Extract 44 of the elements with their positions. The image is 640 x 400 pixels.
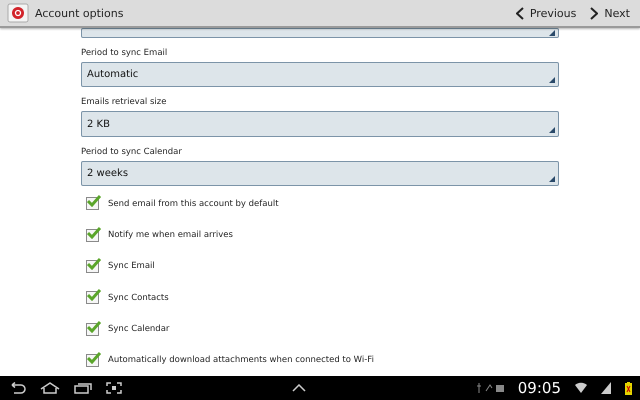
checkbox[interactable] <box>86 197 99 210</box>
chevron-left-icon <box>516 6 524 20</box>
chevron-up-icon[interactable] <box>292 384 306 392</box>
check-icon <box>87 352 101 364</box>
corner-icon <box>549 176 555 182</box>
check-icon <box>87 258 101 270</box>
recent-apps-icon[interactable] <box>74 382 92 394</box>
screenshot-icon[interactable] <box>106 382 122 394</box>
next-button[interactable]: Next <box>586 6 634 20</box>
field-label: Period to sync Calendar <box>81 146 183 157</box>
clock: 09:05 <box>518 379 561 397</box>
option-label: Sync Calendar <box>108 324 170 334</box>
option-label: Automatically download attachments when connected to Wi-Fi <box>108 355 374 366</box>
field-label: Period to sync Email <box>81 48 168 58</box>
dropdown[interactable]: Automatic <box>81 62 559 88</box>
corner-icon <box>549 30 555 36</box>
previous-button[interactable]: Previous <box>512 6 580 20</box>
email-app-icon <box>7 3 29 23</box>
corner-icon <box>549 77 555 84</box>
screen-title: Account options <box>35 6 124 20</box>
option-label: Sync Email <box>108 261 155 272</box>
checkbox[interactable] <box>86 354 99 367</box>
checkbox[interactable] <box>86 260 99 273</box>
check-icon <box>87 289 101 302</box>
corner-icon <box>549 126 555 133</box>
checkbox[interactable] <box>86 228 99 242</box>
home-icon[interactable] <box>40 382 60 394</box>
check-icon <box>87 320 101 333</box>
signal-icon <box>601 382 611 394</box>
checkbox[interactable] <box>86 291 99 304</box>
check-icon <box>87 195 101 208</box>
status-icons-drawing <box>476 383 504 393</box>
checkbox[interactable] <box>86 322 99 336</box>
chevron-right-icon <box>590 6 598 20</box>
battery-icon <box>625 382 632 394</box>
option-label: Notify me when email arrives <box>108 230 233 240</box>
dropdown[interactable]: 2 KB <box>81 111 559 137</box>
wifi-icon <box>575 382 587 394</box>
dropdown[interactable] <box>81 28 559 38</box>
check-icon <box>87 226 101 239</box>
option-label: Sync Contacts <box>108 292 169 303</box>
option-label: Send email from this account by default <box>108 198 279 209</box>
dropdown[interactable]: 2 weeks <box>81 160 559 186</box>
field-label: Emails retrieval size <box>81 97 168 108</box>
